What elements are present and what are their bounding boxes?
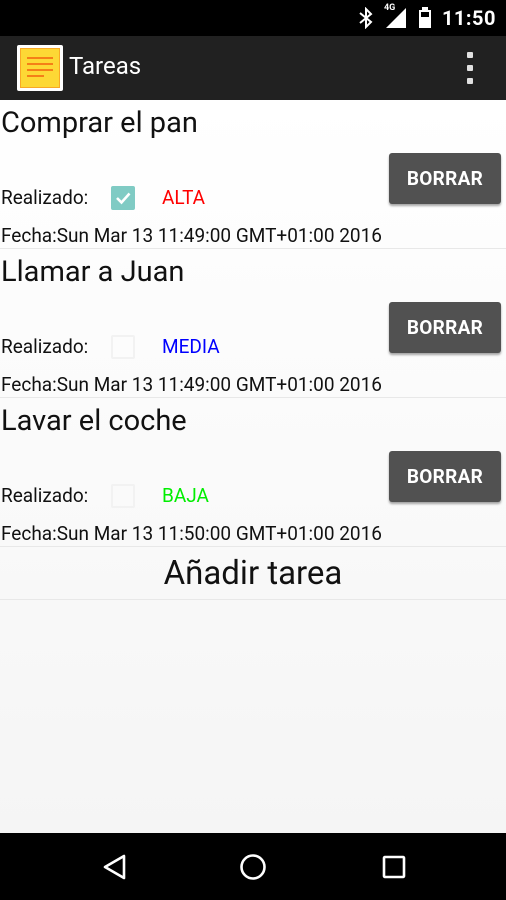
battery-icon bbox=[418, 7, 432, 29]
done-checkbox[interactable] bbox=[111, 484, 135, 508]
delete-button[interactable]: BORRAR bbox=[389, 451, 501, 502]
task-title: Lavar el coche bbox=[1, 404, 187, 438]
navigation-bar bbox=[0, 833, 506, 900]
signal-icon: 4G bbox=[384, 3, 408, 29]
more-vert-icon[interactable] bbox=[462, 52, 478, 84]
task-item: Lavar el coche BORRAR Realizado: BAJA Fe… bbox=[0, 398, 506, 547]
network-type-label: 4G bbox=[383, 3, 396, 13]
priority-label: MEDIA bbox=[162, 335, 220, 358]
task-title: Llamar a Juan bbox=[1, 255, 185, 289]
task-date: Fecha:Sun Mar 13 11:49:00 GMT+01:00 2016 bbox=[1, 373, 382, 396]
done-label: Realizado: bbox=[1, 335, 89, 358]
delete-button[interactable]: BORRAR bbox=[389, 153, 501, 204]
delete-button[interactable]: BORRAR bbox=[389, 302, 501, 353]
done-checkbox[interactable] bbox=[111, 335, 135, 359]
status-bar: 4G 11:50 bbox=[0, 0, 506, 36]
task-title: Comprar el pan bbox=[1, 106, 198, 140]
task-date: Fecha:Sun Mar 13 11:49:00 GMT+01:00 2016 bbox=[1, 224, 382, 247]
sticky-note-icon bbox=[17, 45, 63, 91]
task-item: Comprar el pan BORRAR Realizado: ALTA Fe… bbox=[0, 100, 506, 249]
done-label: Realizado: bbox=[1, 186, 89, 209]
priority-label: BAJA bbox=[162, 484, 209, 507]
bluetooth-icon bbox=[358, 7, 374, 29]
app-title: Tareas bbox=[69, 52, 142, 80]
action-bar: Tareas bbox=[0, 36, 506, 100]
priority-label: ALTA bbox=[162, 186, 206, 209]
done-checkbox[interactable] bbox=[111, 186, 135, 210]
add-task-button[interactable]: Añadir tarea bbox=[0, 547, 506, 600]
home-icon[interactable] bbox=[233, 847, 273, 887]
task-list: Comprar el pan BORRAR Realizado: ALTA Fe… bbox=[0, 100, 506, 833]
task-item: Llamar a Juan BORRAR Realizado: MEDIA Fe… bbox=[0, 249, 506, 398]
recents-icon[interactable] bbox=[374, 847, 414, 887]
task-date: Fecha:Sun Mar 13 11:50:00 GMT+01:00 2016 bbox=[1, 522, 382, 545]
done-label: Realizado: bbox=[1, 484, 89, 507]
back-icon[interactable] bbox=[94, 847, 134, 887]
status-time: 11:50 bbox=[441, 6, 496, 30]
